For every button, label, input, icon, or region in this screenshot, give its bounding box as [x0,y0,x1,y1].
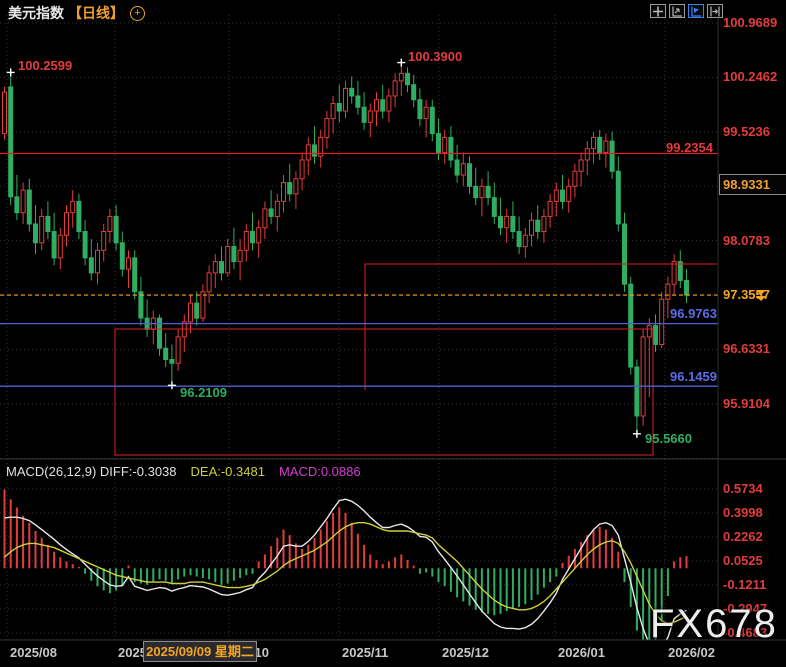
pan-tool-button[interactable] [650,4,666,18]
symbol-name: 美元指数 [8,3,64,23]
chart-canvas[interactable] [0,0,786,667]
period-label[interactable]: 【日线】 [68,3,124,23]
axis-auto-icon [690,6,702,17]
overlay-lines [0,154,718,455]
scale-toolbar [650,4,723,18]
panel-frame [0,15,786,640]
axis-scale-auto-button[interactable] [688,4,704,18]
close-price-box: 98.9331 [719,174,786,195]
macd-header: MACD(26,12,9) DIFF:-0.3038 DEA:-0.3481 M… [6,464,361,479]
resistance-line-label: 99.2354 [666,140,713,155]
axis-right-icon [709,6,721,17]
axis-scale-left-button[interactable] [669,4,685,18]
trading-chart-app: 美元指数 【日线】 + 100.2599 100.3900 [0,0,786,667]
pan-icon [652,6,664,17]
low2-price-label: 95.5660 [645,431,692,446]
peak2-price-label: 100.3900 [408,49,462,64]
macd-macd-label: MACD:0.0886 [279,464,361,479]
add-indicator-icon[interactable]: + [130,6,145,21]
support-line1-label: 96.9763 [670,306,717,321]
candlesticks [3,67,689,430]
chart-header: 美元指数 【日线】 + [8,3,145,23]
peak-price-label: 100.2599 [18,58,72,73]
macd-panel [5,490,687,650]
date-tooltip: 2025/09/09 星期二 [143,641,257,662]
current-price-arrows-icon[interactable] [756,290,766,302]
gridlines [0,15,718,640]
macd-dea-label: DEA:-0.3481 [191,464,265,479]
watermark: FX678 [650,602,778,647]
support-line2-label: 96.1459 [670,369,717,384]
axis-left-icon [671,6,683,17]
macd-diff-label: MACD(26,12,9) DIFF:-0.3038 [6,464,177,479]
axis-scale-right-button[interactable] [707,4,723,18]
low-price-label: 96.2109 [180,385,227,400]
